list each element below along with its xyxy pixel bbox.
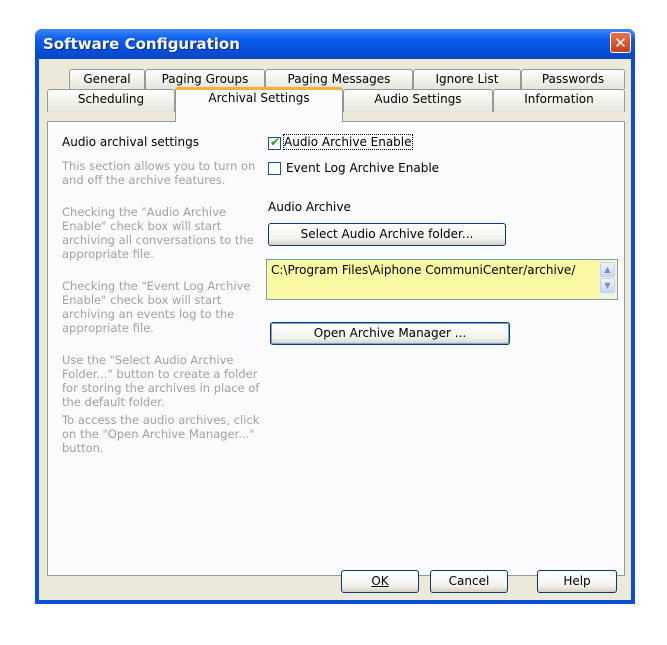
window-title: Software Configuration	[43, 35, 240, 53]
help-label: Help	[563, 574, 591, 588]
tab-passwords[interactable]: Passwords	[521, 69, 625, 89]
path-scrollbar[interactable]: ▲ ▼	[599, 261, 616, 298]
tab-general[interactable]: General	[69, 69, 145, 89]
scroll-up-arrow-icon[interactable]: ▲	[600, 262, 615, 277]
config-window: Software Configuration ✕ General Paging …	[35, 29, 635, 604]
tab-scheduling[interactable]: Scheduling	[47, 89, 175, 112]
close-icon[interactable]: ✕	[610, 32, 631, 53]
help-button[interactable]: Help	[537, 570, 617, 593]
audio-archive-enable-checkbox[interactable]: ✔	[268, 135, 281, 150]
help-text-open-manager: To access the audio archives, click on t…	[62, 413, 260, 455]
tab-audio-settings[interactable]: Audio Settings	[343, 89, 493, 112]
cancel-label: Cancel	[448, 574, 490, 588]
help-text-intro: This section allows you to turn on and o…	[62, 159, 256, 187]
archive-path-field[interactable]: C:\Program Files\Aiphone CommuniCenter/a…	[266, 259, 618, 300]
tab-ignore-list[interactable]: Ignore List	[413, 69, 521, 89]
scroll-down-arrow-icon[interactable]: ▼	[600, 278, 615, 293]
tab-paging-groups[interactable]: Paging Groups	[145, 69, 265, 89]
help-text-select-folder: Use the "Select Audio Archive Folder..."…	[62, 353, 260, 409]
event-log-archive-enable-checkbox[interactable]	[268, 162, 281, 175]
section-heading: Audio archival settings	[62, 135, 199, 149]
select-audio-archive-folder-button[interactable]: Select Audio Archive folder...	[268, 223, 506, 246]
open-archive-manager-button[interactable]: Open Archive Manager ...	[270, 322, 510, 345]
event-log-archive-enable-label[interactable]: Event Log Archive Enable	[286, 161, 439, 175]
audio-archive-label: Audio Archive	[268, 200, 351, 214]
dialog-client: General Paging Groups Paging Messages Ig…	[39, 59, 631, 600]
help-text-audio-enable: Checking the "Audio Archive Enable" chec…	[62, 205, 254, 261]
ok-label: OK	[371, 574, 389, 588]
tab-information[interactable]: Information	[493, 89, 625, 112]
title-bar[interactable]: Software Configuration ✕	[35, 29, 635, 59]
tab-archival-settings[interactable]: Archival Settings	[175, 87, 343, 122]
cancel-button[interactable]: Cancel	[430, 570, 508, 593]
archival-settings-panel: Audio archival settings This section all…	[47, 121, 625, 576]
ok-button[interactable]: OK	[341, 570, 419, 593]
archive-path-value: C:\Program Files\Aiphone CommuniCenter/a…	[271, 263, 576, 277]
help-text-event-enable: Checking the "Event Log Archive Enable" …	[62, 279, 251, 335]
tab-paging-messages[interactable]: Paging Messages	[265, 69, 413, 89]
audio-archive-enable-label[interactable]: Audio Archive Enable	[283, 134, 413, 150]
checkmark-icon: ✔	[270, 135, 281, 149]
